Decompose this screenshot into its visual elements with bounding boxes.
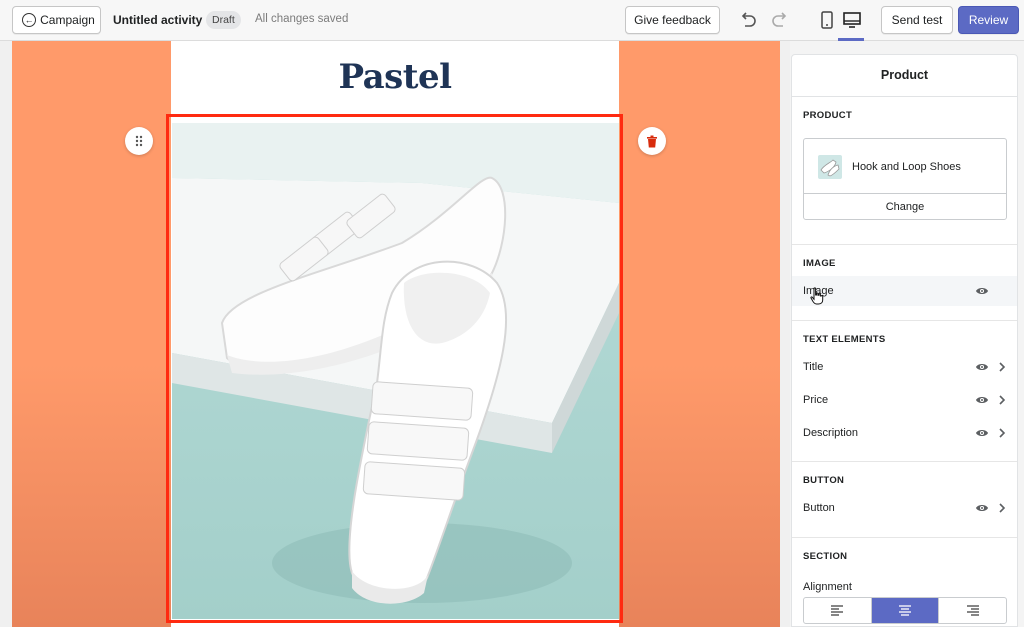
image-section-label: IMAGE <box>803 258 836 269</box>
divider <box>792 320 1017 321</box>
button-element-row[interactable]: Button <box>792 493 1017 523</box>
divider <box>792 244 1017 245</box>
button-row-label: Button <box>803 502 835 514</box>
product-section-label: PRODUCT <box>803 110 853 121</box>
visibility-eye-icon[interactable] <box>975 361 989 373</box>
price-element-row[interactable]: Price <box>792 385 1017 415</box>
delete-block-icon[interactable] <box>638 127 666 155</box>
selected-product[interactable]: Hook and Loop Shoes <box>804 139 1006 194</box>
product-card: Hook and Loop Shoes Change <box>803 138 1007 220</box>
review-button[interactable]: Review <box>958 6 1019 34</box>
chevron-right-icon[interactable] <box>998 394 1006 406</box>
button-section-label: BUTTON <box>803 475 845 486</box>
section-section-label: SECTION <box>803 551 848 562</box>
chevron-right-icon[interactable] <box>998 361 1006 373</box>
align-left-icon <box>831 605 844 616</box>
undo-icon[interactable] <box>738 10 758 30</box>
drag-handle-icon[interactable] <box>125 127 153 155</box>
give-feedback-button[interactable]: Give feedback <box>625 6 720 34</box>
align-right-icon <box>966 605 979 616</box>
visibility-eye-icon[interactable] <box>975 394 989 406</box>
panel-title: Product <box>792 55 1017 97</box>
selected-block-outline <box>166 114 623 623</box>
visibility-eye-icon[interactable] <box>975 502 989 514</box>
brand-logo: Pastel <box>338 57 452 97</box>
back-button-label: Campaign <box>40 13 95 27</box>
save-status: All changes saved <box>255 13 349 25</box>
send-test-button[interactable]: Send test <box>881 6 953 34</box>
align-right-button[interactable] <box>938 598 1006 623</box>
price-row-label: Price <box>803 394 829 406</box>
chevron-right-icon[interactable] <box>998 427 1006 439</box>
align-center-icon <box>899 605 911 616</box>
desktop-active-indicator <box>838 38 864 41</box>
mobile-preview-icon[interactable] <box>818 10 836 30</box>
alignment-label: Alignment <box>803 581 852 593</box>
title-element-row[interactable]: Title <box>792 352 1017 382</box>
divider <box>792 537 1017 538</box>
description-element-row[interactable]: Description <box>792 418 1017 448</box>
chevron-right-icon[interactable] <box>998 502 1006 514</box>
align-center-button[interactable] <box>870 598 939 623</box>
visibility-eye-icon[interactable] <box>975 285 989 297</box>
description-row-label: Description <box>803 427 859 439</box>
status-badge: Draft <box>206 11 241 29</box>
top-bar: ← Campaign Untitled activity Draft All c… <box>0 0 1024 41</box>
hand-cursor-icon <box>810 287 824 305</box>
alignment-button-group <box>803 597 1007 624</box>
desktop-preview-icon[interactable] <box>842 10 862 30</box>
redo-icon[interactable] <box>770 10 790 30</box>
change-product-button[interactable]: Change <box>804 195 1006 219</box>
activity-title: Untitled activity <box>113 13 203 27</box>
product-settings-panel: Product PRODUCT Hook and Loop Shoes Chan… <box>791 54 1018 627</box>
align-left-button[interactable] <box>804 598 871 623</box>
product-name: Hook and Loop Shoes <box>852 161 961 173</box>
product-thumbnail <box>818 155 842 179</box>
arrow-left-icon: ← <box>22 13 37 27</box>
back-to-campaign-button[interactable]: ← Campaign <box>12 6 101 34</box>
email-canvas: Pastel <box>0 41 790 627</box>
text-elements-section-label: TEXT ELEMENTS <box>803 334 886 345</box>
title-row-label: Title <box>803 361 824 373</box>
divider <box>792 461 1017 462</box>
visibility-eye-icon[interactable] <box>975 427 989 439</box>
image-element-row[interactable]: Image <box>792 276 1017 306</box>
